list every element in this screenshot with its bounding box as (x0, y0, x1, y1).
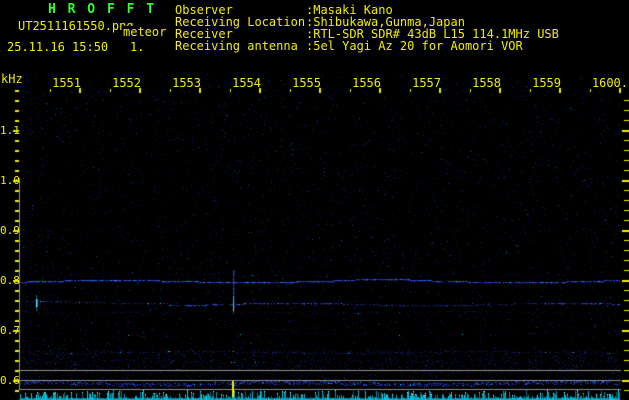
app-title: H R O F F T (48, 2, 157, 17)
spectrogram-canvas (0, 0, 629, 400)
freq-axis-unit: kHz (1, 72, 23, 86)
mode-label: meteor (122, 25, 167, 39)
output-filename: UT2511161550.png (18, 19, 134, 33)
echo-count: 1. (130, 40, 145, 54)
metadata-value: :5el Yagi Az 20 for Aomori VOR (306, 39, 523, 53)
freq-axis-label: 1.0 (0, 174, 20, 187)
time-axis-label: 1559 (532, 76, 561, 90)
time-axis-label: 1553 (172, 76, 201, 90)
time-axis-label: 1558 (472, 76, 501, 90)
freq-axis-label: 0.7 (0, 324, 20, 337)
time-axis-label: 1555 (292, 76, 321, 90)
hrofft-screen: H R O F F T UT2511161550.png meteor 25.1… (0, 0, 629, 400)
time-axis-label: 1556 (352, 76, 381, 90)
freq-axis-label: 0.6 (0, 374, 20, 387)
observation-datetime: 25.11.16 15:50 (7, 40, 109, 54)
freq-axis-label: 0.8 (0, 274, 20, 287)
metadata-label: Receiving antenna (175, 39, 298, 53)
time-axis-label: 1557 (412, 76, 441, 90)
time-axis-label: 1554 (232, 76, 261, 90)
freq-axis-label: 0.9 (0, 224, 20, 237)
time-axis-label: 1600. (591, 76, 628, 90)
freq-axis-label: 1.1 (0, 124, 20, 137)
time-axis-label: 1551 (52, 76, 81, 90)
time-axis-label: 1552 (112, 76, 141, 90)
